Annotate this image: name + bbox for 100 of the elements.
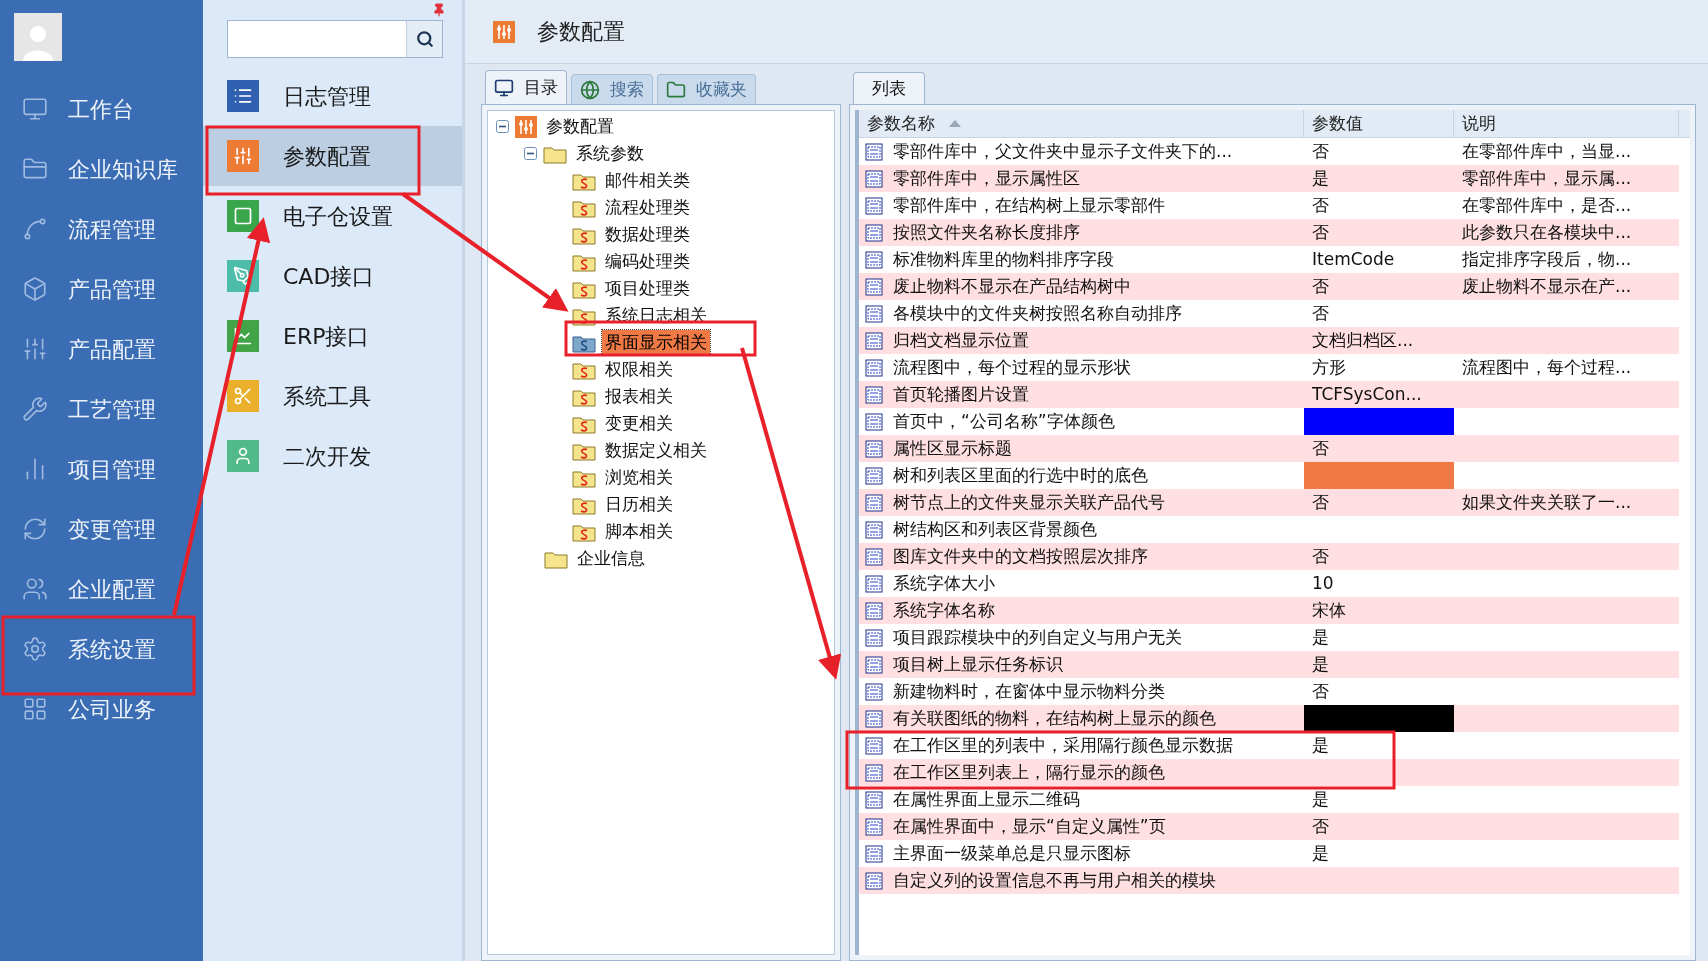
- tree-node[interactable]: 浏览相关: [602, 464, 676, 491]
- sidebar-item[interactable]: 产品配置: [68, 332, 156, 366]
- sidebar-item[interactable]: 企业知识库: [68, 152, 178, 186]
- tab[interactable]: 搜索: [571, 74, 653, 104]
- sidebar-item[interactable]: 系统设置: [68, 632, 156, 666]
- table-cell-text: 是: [1311, 733, 1329, 757]
- parameter-icon: [865, 142, 883, 161]
- pin-icon[interactable]: [432, 3, 446, 17]
- tab[interactable]: 收藏夹: [657, 74, 756, 104]
- table-cell-text: 首页轮播图片设置: [893, 382, 1029, 406]
- tab[interactable]: 列表: [853, 72, 925, 104]
- search-button[interactable]: [406, 21, 442, 57]
- table-cell-text: 零部件库中，父文件夹中显示子文件夹下的...: [893, 139, 1233, 163]
- column-header[interactable]: 参数值: [1304, 110, 1454, 137]
- table-row[interactable]: 系统字体名称 宋体: [859, 597, 1679, 624]
- submenu-item[interactable]: CAD接口: [203, 246, 462, 306]
- table-cell-text: 按照文件夹名称长度排序: [893, 220, 1080, 244]
- tree-node[interactable]: 数据处理类: [602, 221, 693, 248]
- table-cell-text: 主界面一级菜单总是只显示图标: [893, 841, 1131, 865]
- sidebar-item[interactable]: 工作台: [68, 92, 134, 126]
- table-row[interactable]: 按照文件夹名称长度排序 否 此参数只在各模块中...: [859, 219, 1679, 246]
- parameter-icon: [865, 169, 883, 188]
- sliders-icon: [22, 336, 48, 362]
- table-cell-text: 此参数只在各模块中...: [1461, 220, 1632, 244]
- table-row[interactable]: 在属性界面中，显示“自定义属性”页 否: [859, 813, 1679, 840]
- table-row[interactable]: 有关联图纸的物料，在结构树上显示的颜色: [859, 705, 1679, 732]
- table-cell-text: 自定义列的设置信息不再与用户相关的模块: [893, 868, 1216, 892]
- tree-node[interactable]: 数据定义相关: [602, 437, 710, 464]
- table-row[interactable]: 项目树上显示任务标识 是: [859, 651, 1679, 678]
- table-row[interactable]: 自定义列的设置信息不再与用户相关的模块: [859, 867, 1679, 894]
- parameter-icon: [865, 520, 883, 539]
- column-header[interactable]: 说明: [1454, 110, 1679, 137]
- parameter-icon: [865, 358, 883, 377]
- tree-node[interactable]: 企业信息: [574, 545, 648, 572]
- table-cell-text: 树和列表区里面的行选中时的底色: [893, 463, 1148, 487]
- tree-node[interactable]: 界面显示相关: [602, 329, 710, 356]
- sidebar-item[interactable]: 项目管理: [68, 452, 156, 486]
- table-cell-text: 归档文档显示位置: [893, 328, 1029, 352]
- tree-node[interactable]: 流程处理类: [602, 194, 693, 221]
- sidebar-item[interactable]: 公司业务: [68, 692, 156, 726]
- table-cell-text: 否: [1311, 274, 1329, 298]
- submenu-item[interactable]: 二次开发: [203, 426, 462, 486]
- table-cell-text: 否: [1311, 490, 1329, 514]
- table-cell-text: 否: [1311, 301, 1329, 325]
- list-icon: [233, 86, 253, 106]
- table-row[interactable]: 在工作区里列表上，隔行显示的颜色: [859, 759, 1679, 786]
- table-row[interactable]: 首页轮播图片设置 TCFSysCon...: [859, 381, 1679, 408]
- monitor-icon: [494, 77, 514, 98]
- table-cell-text: 废止物料不显示在产...: [1461, 274, 1632, 298]
- table-row[interactable]: 零部件库中，显示属性区 是 零部件库中，显示属...: [859, 165, 1679, 192]
- refresh-icon: [22, 516, 48, 542]
- table-row[interactable]: 图库文件夹中的文档按照层次排序 否: [859, 543, 1679, 570]
- table-row[interactable]: 废止物料不显示在产品结构树中 否 废止物料不显示在产...: [859, 273, 1679, 300]
- sidebar-item[interactable]: 企业配置: [68, 572, 156, 606]
- tree-node[interactable]: 变更相关: [602, 410, 676, 437]
- search-field[interactable]: [227, 20, 443, 58]
- submenu-item[interactable]: 系统工具: [203, 366, 462, 426]
- table-cell-text: 指定排序字段后，物...: [1461, 247, 1632, 271]
- tree-node[interactable]: 项目处理类: [602, 275, 693, 302]
- parameter-icon: [865, 493, 883, 512]
- table-cell-text: 树节点上的文件夹显示关联产品代号: [893, 490, 1165, 514]
- table-cell-text: 图库文件夹中的文档按照层次排序: [893, 544, 1148, 568]
- column-header[interactable]: 参数名称: [859, 110, 1304, 137]
- table-row[interactable]: 树节点上的文件夹显示关联产品代号 否 如果文件夹关联了一...: [859, 489, 1679, 516]
- table-cell-text: 首页中，“公司名称”字体颜色: [893, 409, 1115, 433]
- table-cell-text: 方形: [1311, 355, 1346, 379]
- tab[interactable]: 目录: [485, 70, 567, 104]
- table-cell-text: 标准物料库里的物料排序字段: [893, 247, 1114, 271]
- parameter-icon: [865, 817, 883, 836]
- submenu-item[interactable]: 日志管理: [203, 66, 462, 126]
- tree-node[interactable]: 编码处理类: [602, 248, 693, 275]
- tree-node[interactable]: 系统参数: [573, 140, 647, 167]
- folder-icon: [666, 79, 686, 100]
- collapse-icon[interactable]: [524, 147, 537, 160]
- parameter-icon: [865, 655, 883, 674]
- tree-node[interactable]: 邮件相关类: [602, 167, 693, 194]
- table-row[interactable]: 属性区显示标题 否: [859, 435, 1679, 462]
- sliders-icon: [515, 115, 537, 138]
- sidebar-item[interactable]: 变更管理: [68, 512, 156, 546]
- tree-node[interactable]: 报表相关: [602, 383, 676, 410]
- sidebar-item[interactable]: 工艺管理: [68, 392, 156, 426]
- square-icon: [233, 206, 253, 226]
- tree-node[interactable]: 脚本相关: [602, 518, 676, 545]
- sidebar-item[interactable]: 产品管理: [68, 272, 156, 306]
- sidebar-item[interactable]: 流程管理: [68, 212, 156, 246]
- table-cell-text: 树结构区和列表区背景颜色: [893, 517, 1097, 541]
- collapse-icon[interactable]: [496, 120, 509, 133]
- table-row[interactable]: 归档文档显示位置 文档归档区...: [859, 327, 1679, 354]
- tree-node[interactable]: 日历相关: [602, 491, 676, 518]
- parameter-icon: [865, 601, 883, 620]
- parameter-icon: [865, 682, 883, 701]
- parameter-icon: [865, 250, 883, 269]
- submenu-item[interactable]: 参数配置: [203, 126, 462, 186]
- submenu-item[interactable]: 电子仓设置: [203, 186, 462, 246]
- parameter-icon: [865, 736, 883, 755]
- parameter-icon: [865, 331, 883, 350]
- tree-node[interactable]: 权限相关: [602, 356, 676, 383]
- tree-node[interactable]: 参数配置: [543, 113, 617, 140]
- table-cell-text: 在属性界面中，显示“自定义属性”页: [893, 814, 1166, 838]
- submenu-item[interactable]: ERP接口: [203, 306, 462, 366]
